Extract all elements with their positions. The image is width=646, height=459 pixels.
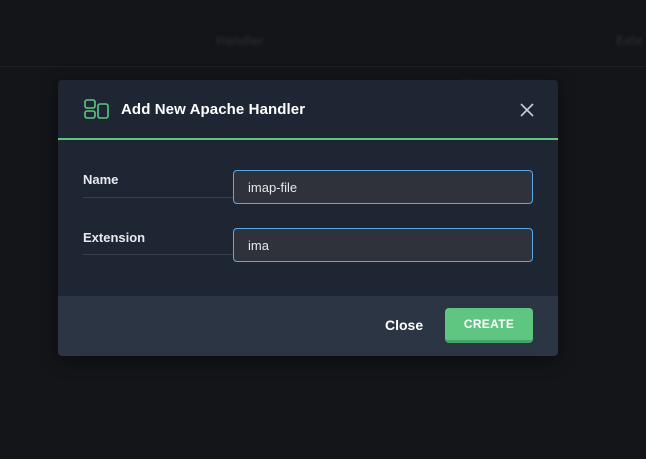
modal-body: Name Extension xyxy=(58,140,558,294)
add-handler-modal: Add New Apache Handler Name Extension Cl… xyxy=(58,80,558,356)
page: Handler Exte Show ... entries Add New Ap… xyxy=(0,0,646,459)
background-column-header: Handler xyxy=(216,34,264,48)
background-column-header: Exte xyxy=(616,34,643,48)
name-label: Name xyxy=(83,172,119,187)
modal-title: Add New Apache Handler xyxy=(121,100,306,118)
close-icon[interactable] xyxy=(520,102,534,117)
handler-icon xyxy=(84,99,110,119)
create-button[interactable]: CREATE xyxy=(445,308,533,343)
close-button[interactable]: Close xyxy=(385,317,423,333)
background-divider xyxy=(0,66,646,67)
modal-footer: Close CREATE xyxy=(58,296,558,356)
form-row-extension: Extension xyxy=(83,198,533,262)
modal-header: Add New Apache Handler xyxy=(58,80,558,140)
extension-input[interactable] xyxy=(233,228,533,262)
extension-label: Extension xyxy=(83,230,146,245)
form-row-name: Name xyxy=(83,140,533,204)
